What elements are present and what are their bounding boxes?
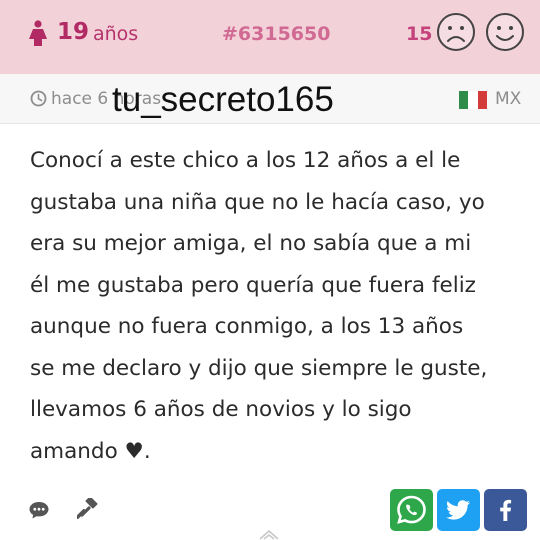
post-header: 19 años #6315650 15	[0, 0, 540, 74]
vote-count: 15	[406, 23, 433, 45]
twitter-icon	[446, 500, 470, 520]
post-body: Conocí a este chico a los 12 años a el l…	[30, 140, 516, 472]
username: tu_secreto165	[112, 80, 334, 119]
happy-face-icon[interactable]	[485, 12, 525, 52]
post-line: Conocí a este chico a los 12 años a el l…	[30, 148, 461, 173]
facebook-share-button[interactable]	[484, 489, 527, 531]
whatsapp-icon	[397, 495, 426, 524]
female-icon	[29, 20, 47, 46]
comment-icon[interactable]	[28, 500, 50, 520]
post-line: llevamos 6 años de novios y lo sigo	[30, 397, 412, 422]
post-line: gustaba una niña que no le hacía caso, y…	[30, 189, 485, 215]
post-line: aunque no fuera conmigo, a los 13 años	[30, 314, 464, 339]
mexico-flag-icon	[459, 91, 487, 109]
post-meta-bar: hace 6 horas tu_secreto165 MX	[0, 74, 540, 124]
post-line: era su mejor amiga, el no sabía que a mi	[30, 231, 472, 256]
post-id-link[interactable]: #6315650	[222, 22, 330, 46]
sad-face-icon[interactable]	[436, 12, 476, 52]
facebook-icon	[500, 499, 512, 521]
twitter-share-button[interactable]	[437, 489, 480, 531]
post-line: se me declaro y dijo que siempre le gust…	[30, 355, 488, 381]
country-code: MX	[495, 89, 522, 109]
whatsapp-share-button[interactable]	[390, 489, 433, 531]
post-line: él me gustaba pero quería que fuera feli…	[30, 272, 476, 298]
post-line: amando ♥.	[30, 438, 151, 464]
clock-icon	[30, 90, 47, 107]
hammer-icon[interactable]	[77, 498, 99, 520]
age-unit: años	[93, 23, 139, 45]
chevron-up-icon[interactable]	[257, 528, 281, 540]
age-number: 19	[57, 19, 90, 45]
